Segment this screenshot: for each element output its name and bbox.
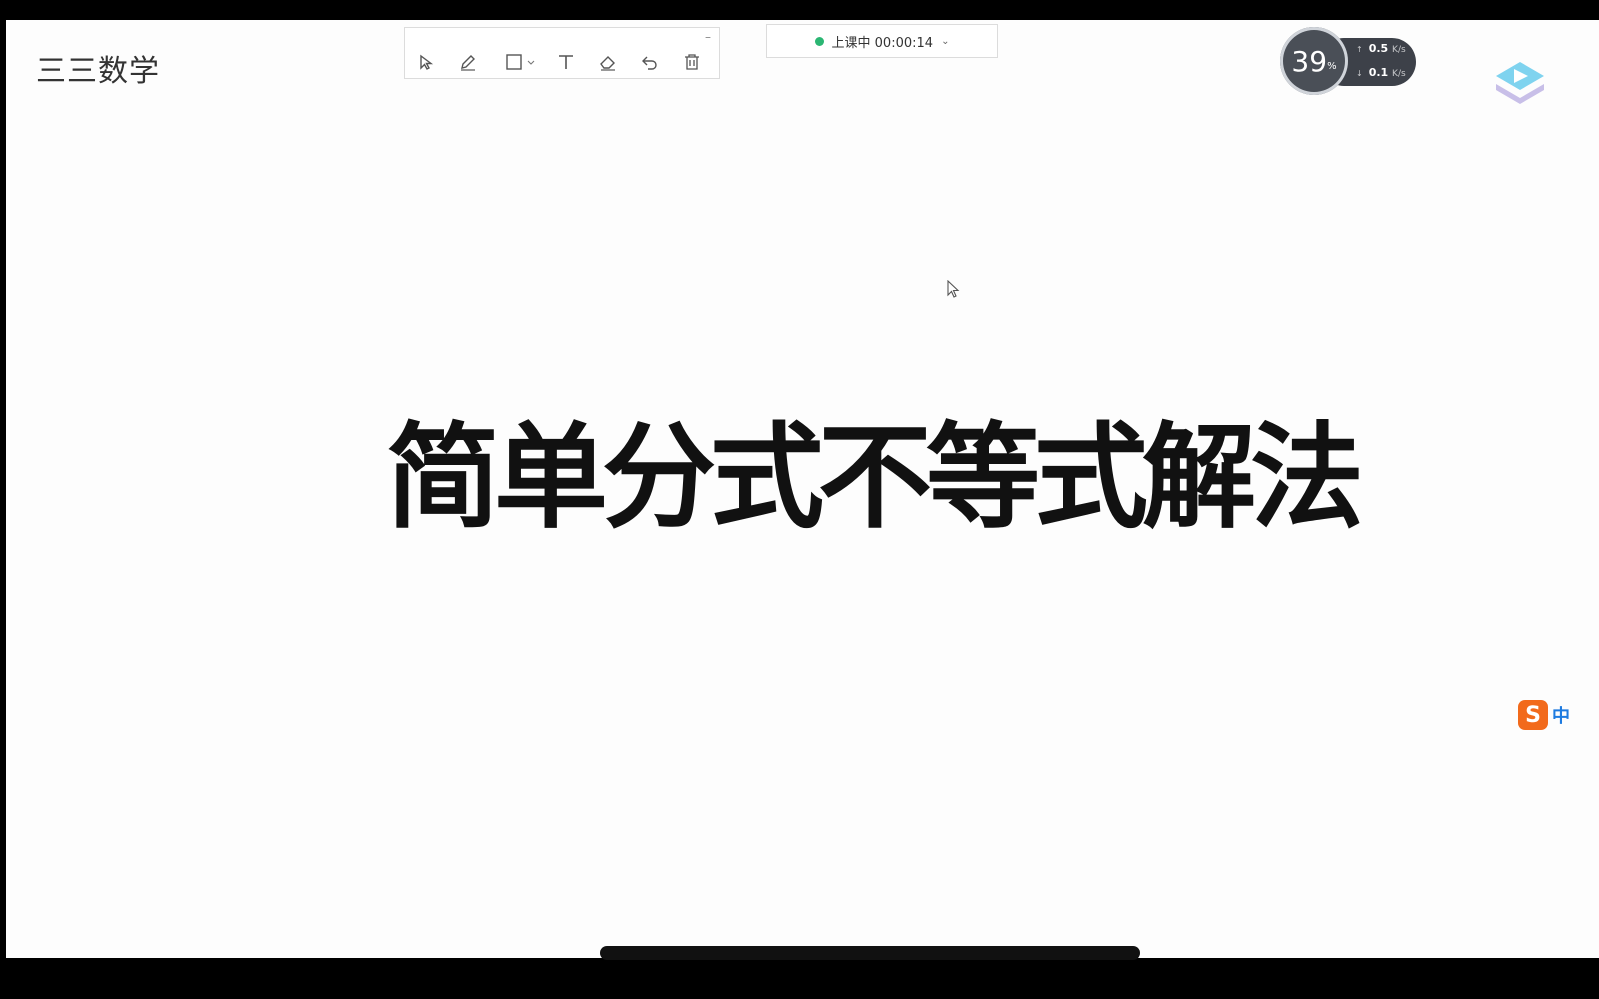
- text-icon: [559, 55, 573, 69]
- mouse-cursor-icon: [947, 280, 960, 298]
- input-method-indicator[interactable]: S 中: [1518, 700, 1570, 730]
- trash-icon: [685, 54, 699, 70]
- shape-tool-button[interactable]: [501, 50, 541, 74]
- undo-tool-button[interactable]: [637, 50, 663, 74]
- class-status-label: 上课中 00:00:14: [831, 35, 934, 51]
- whiteboard-canvas[interactable]: 三三数学 – 上课中 00:00:14 ⌄ 39 % ↑ 0.5 K/s ↓ 0…: [6, 20, 1599, 958]
- select-tool-button[interactable]: [413, 50, 439, 74]
- rectangle-icon: [506, 54, 535, 70]
- download-arrow-icon: ↓: [1356, 69, 1363, 78]
- class-status-dropdown[interactable]: 上课中 00:00:14 ⌄: [766, 24, 998, 58]
- chevron-down-icon: ⌄: [941, 35, 950, 47]
- home-indicator-bar[interactable]: [600, 946, 1140, 960]
- ime-mode-label: 中: [1552, 706, 1570, 727]
- pencil-icon: [461, 55, 475, 71]
- sogou-logo-icon: S: [1518, 700, 1548, 730]
- undo-icon: [642, 56, 657, 70]
- collapse-toolbar-button[interactable]: –: [705, 30, 711, 44]
- play-logo-icon[interactable]: [1492, 58, 1548, 110]
- usage-percent-unit: %: [1327, 60, 1337, 72]
- live-status-dot: [814, 36, 824, 46]
- pen-tool-button[interactable]: [455, 50, 481, 74]
- brand-watermark: 三三数学: [36, 54, 160, 89]
- usage-gauge: 39%: [1280, 27, 1348, 95]
- upload-speed: ↑ 0.5 K/s: [1356, 42, 1406, 55]
- download-speed: ↓ 0.1 K/s: [1356, 66, 1406, 79]
- pointer-icon: [420, 54, 434, 70]
- eraser-icon: [600, 56, 615, 71]
- text-tool-button[interactable]: [553, 50, 579, 74]
- delete-tool-button[interactable]: [679, 50, 705, 74]
- slide-title: 简单分式不等式解法: [386, 410, 1364, 544]
- upload-arrow-icon: ↑: [1356, 45, 1363, 54]
- network-monitor-widget[interactable]: 39% ↑ 0.5 K/s ↓ 0.1 K/s: [1280, 24, 1416, 95]
- drawing-toolbar: –: [404, 27, 720, 79]
- eraser-tool-button[interactable]: [595, 50, 621, 74]
- usage-percent: 39: [1291, 44, 1328, 78]
